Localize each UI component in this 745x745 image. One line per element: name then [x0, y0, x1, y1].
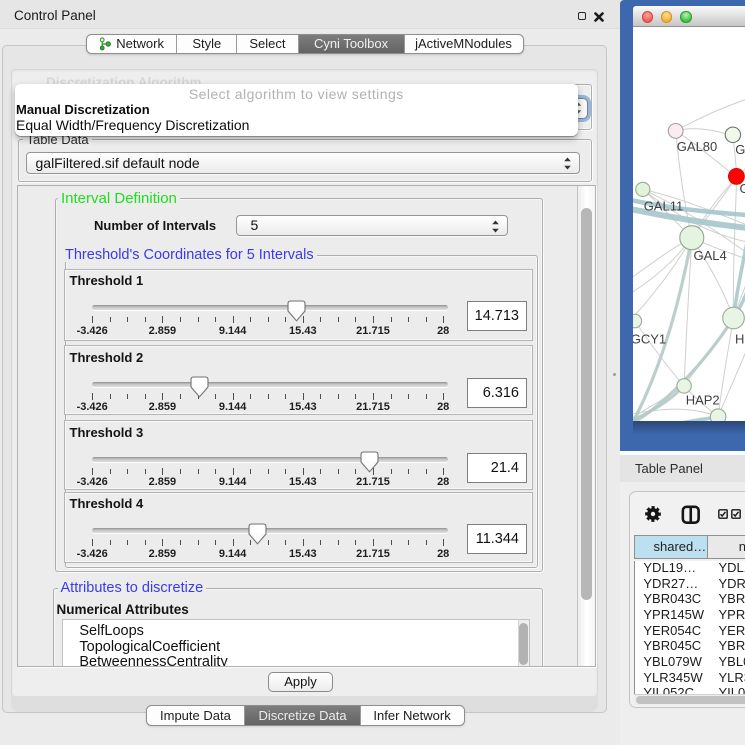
svg-text:GAL4: GAL4: [693, 248, 726, 263]
svg-text:GCY1: GCY1: [633, 332, 666, 347]
svg-text:HAP2: HAP2: [685, 393, 719, 408]
svg-text:GA: GA: [739, 181, 745, 196]
svg-text:H: H: [735, 332, 744, 347]
svg-text:GA: GA: [735, 142, 745, 157]
svg-text:GAL11: GAL11: [643, 199, 683, 214]
svg-text:GAL80: GAL80: [676, 139, 716, 154]
